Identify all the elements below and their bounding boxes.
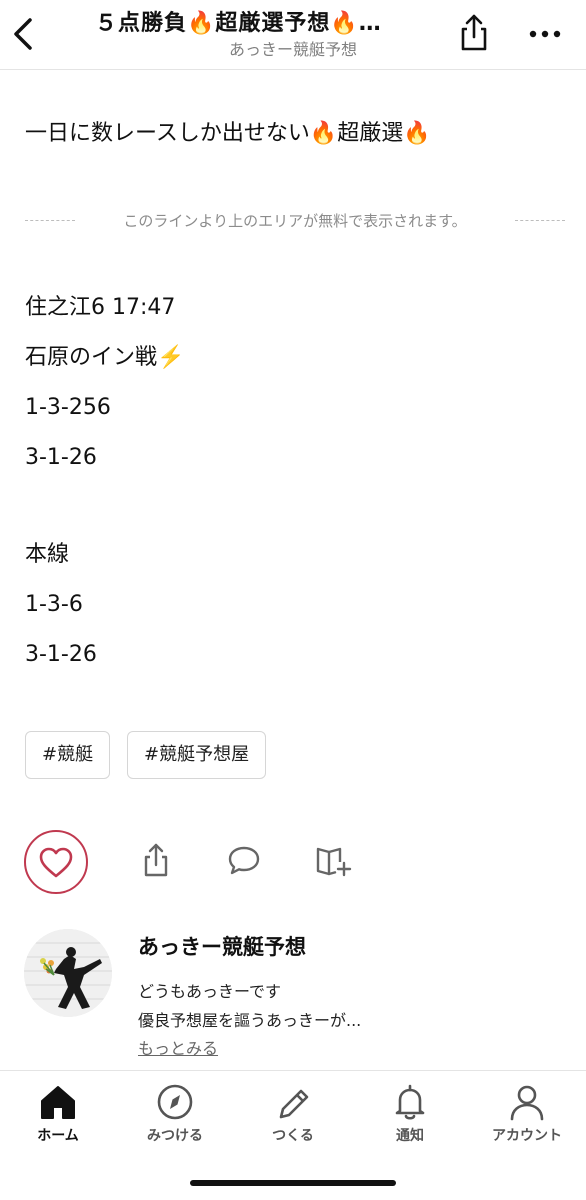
hashtag-chip[interactable]: #競艇 — [25, 731, 111, 779]
tab-label: アカウント — [492, 1128, 562, 1144]
add-to-magazine-button[interactable] — [315, 842, 352, 878]
prediction-line: 1-3-6 — [25, 592, 83, 617]
share-icon — [461, 14, 487, 51]
more-horizontal-icon — [529, 30, 561, 38]
tab-label: 通知 — [396, 1128, 424, 1144]
race-comment: 石原のイン戦⚡️ — [25, 345, 185, 370]
tab-notifications[interactable]: 通知 — [355, 1083, 465, 1153]
tab-discover[interactable]: みつける — [120, 1083, 230, 1153]
more-options-button[interactable] — [525, 22, 565, 46]
prediction-line: 3-1-26 — [25, 445, 97, 470]
share-icon — [144, 843, 168, 877]
comment-bubble-icon — [228, 846, 260, 875]
note-post-screen: ５点勝負🔥超厳選予想🔥… あっきー競艇予想 一日に数レースしか出せない🔥超厳選🔥… — [0, 0, 586, 1200]
tab-home[interactable]: ホーム — [3, 1083, 113, 1153]
free-area-divider: このラインより上のエリアが無料で表示されます。 — [25, 210, 565, 232]
see-more-link[interactable]: もっとみる — [138, 1038, 218, 1060]
tab-label: ホーム — [37, 1128, 79, 1144]
page-title: ５点勝負🔥超厳選予想🔥… — [95, 11, 382, 36]
author-avatar[interactable] — [24, 929, 112, 1017]
top-bar: ５点勝負🔥超厳選予想🔥… あっきー競艇予想 — [0, 0, 586, 70]
comment-button[interactable] — [226, 842, 262, 878]
heart-icon — [39, 847, 73, 878]
divider-dash-left — [25, 220, 75, 221]
home-icon — [41, 1086, 75, 1119]
post-lead-text: 一日に数レースしか出せない🔥超厳選🔥 — [25, 121, 431, 146]
person-icon — [510, 1085, 544, 1121]
author-name[interactable]: あっきー競艇予想 — [138, 932, 306, 962]
hashtag-chip[interactable]: #競艇予想屋 — [127, 731, 267, 779]
divider-dash-right — [515, 220, 565, 221]
tab-label: みつける — [147, 1128, 203, 1144]
share-button[interactable] — [456, 12, 492, 52]
home-indicator[interactable] — [190, 1180, 396, 1186]
page-subtitle[interactable]: あっきー競艇予想 — [0, 40, 586, 60]
main-line-heading: 本線 — [25, 542, 70, 567]
author-bio-line: どうもあっきーです — [138, 982, 282, 1001]
free-area-notice: このラインより上のエリアが無料で表示されます。 — [123, 212, 467, 230]
pencil-icon — [279, 1089, 309, 1119]
tab-label: つくる — [272, 1128, 314, 1144]
book-plus-icon — [316, 847, 352, 877]
race-info: 住之江6 17:47 — [25, 295, 176, 320]
avatar-image — [24, 929, 112, 1017]
author-bio-line: 優良予想屋を謳うあっきーが... — [138, 1011, 362, 1030]
bell-icon — [395, 1084, 425, 1120]
like-button[interactable] — [24, 830, 88, 894]
prediction-line: 3-1-26 — [25, 642, 97, 667]
prediction-line: 1-3-256 — [25, 395, 111, 420]
share-post-button[interactable] — [138, 842, 174, 878]
compass-icon — [157, 1084, 193, 1120]
tab-account[interactable]: アカウント — [472, 1083, 582, 1153]
tab-create[interactable]: つくる — [238, 1083, 348, 1153]
